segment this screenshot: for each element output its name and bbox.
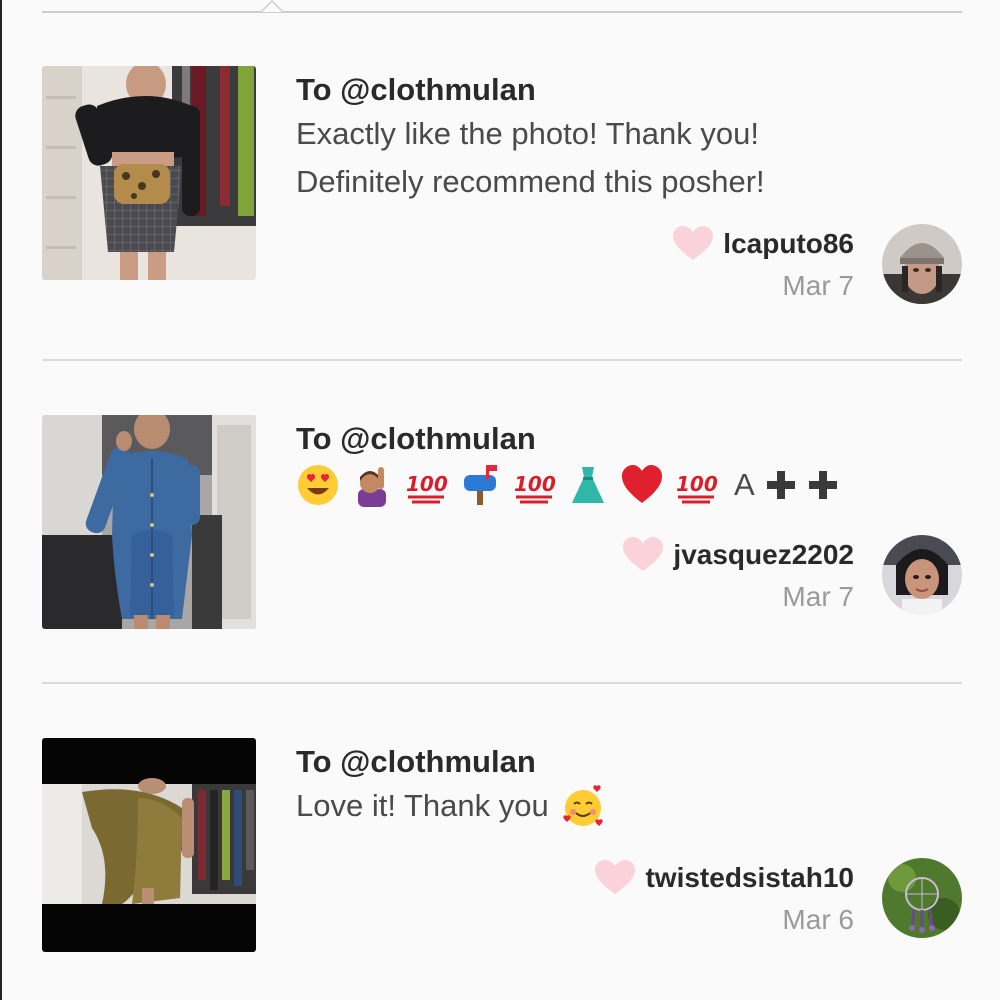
reviewer-avatar[interactable] <box>882 858 962 938</box>
review-content: To @clothmulan 100 100 100 A <box>296 419 856 511</box>
review-meta: lcaputo86 Mar 7 <box>673 224 854 304</box>
heart-eyes-emoji-icon <box>298 465 338 505</box>
grade-text: A <box>734 467 755 502</box>
recipient[interactable]: To @clothmulan <box>296 70 856 110</box>
svg-text:100: 100 <box>406 472 448 496</box>
emoji-comment: 100 100 100 A <box>296 459 856 511</box>
plus-icon <box>766 471 795 499</box>
smiling-face-with-hearts-emoji-icon <box>563 785 603 826</box>
hundred-points-emoji-icon: 100 <box>514 472 556 504</box>
recipient[interactable]: To @clothmulan <box>296 742 856 782</box>
review-meta: jvasquez2202 Mar 7 <box>623 535 854 615</box>
recipient[interactable]: To @clothmulan <box>296 419 856 459</box>
reviews-page: To @clothmulan Exactly like the photo! T… <box>0 0 1000 1000</box>
mailbox-emoji-icon <box>464 465 497 505</box>
heart-icon[interactable] <box>595 860 636 896</box>
dress-emoji-icon <box>572 467 604 503</box>
heart-icon[interactable] <box>623 537 664 573</box>
review-divider <box>42 359 962 361</box>
review-content: To @clothmulan Exactly like the photo! T… <box>296 70 856 206</box>
comment-line: Exactly like the photo! Thank you! <box>296 116 759 151</box>
review-content: To @clothmulan Love it! Thank you <box>296 742 856 830</box>
reviewer-avatar[interactable] <box>882 224 962 304</box>
plus-icon <box>808 471 837 499</box>
comment-line: Love it! Thank you <box>296 782 856 830</box>
heart-icon[interactable] <box>673 226 714 262</box>
svg-text:100: 100 <box>514 472 556 496</box>
person-raising-hand-emoji-icon <box>358 467 386 507</box>
hundred-points-emoji-icon: 100 <box>676 472 718 504</box>
reviewer-username[interactable]: jvasquez2202 <box>673 539 854 571</box>
top-divider <box>42 11 962 13</box>
reviewer-avatar[interactable] <box>882 535 962 615</box>
listing-photo[interactable] <box>42 415 256 629</box>
tab-pointer <box>260 0 284 12</box>
hundred-points-emoji-icon: 100 <box>406 472 448 504</box>
comment-text: Love it! Thank you <box>296 788 549 823</box>
review-divider <box>42 682 962 684</box>
listing-photo[interactable] <box>42 738 256 952</box>
red-heart-emoji-icon <box>622 465 662 503</box>
review-meta: twistedsistah10 Mar 6 <box>595 858 854 938</box>
reviewer-username[interactable]: lcaputo86 <box>723 228 854 260</box>
review-date: Mar 7 <box>782 270 854 301</box>
reviewer-username[interactable]: twistedsistah10 <box>645 862 854 894</box>
review-date: Mar 6 <box>782 904 854 935</box>
listing-photo[interactable] <box>42 66 256 280</box>
comment-line: Definitely recommend this posher! <box>296 164 765 199</box>
review-date: Mar 7 <box>782 581 854 612</box>
svg-text:100: 100 <box>676 472 718 496</box>
